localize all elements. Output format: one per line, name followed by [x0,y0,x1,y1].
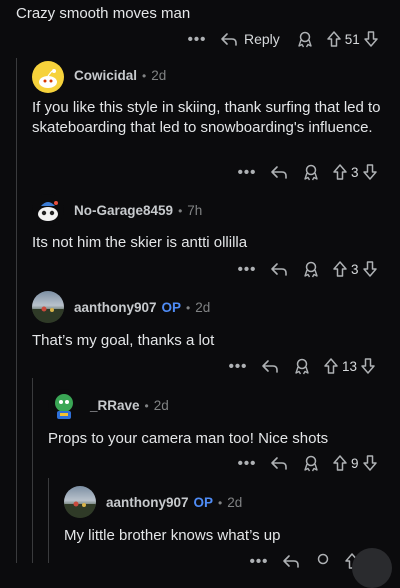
vote-control: 3 [332,260,378,278]
avatar[interactable] [32,291,64,323]
award-button[interactable] [296,30,314,48]
username[interactable]: aanthony907 [106,495,189,510]
profile-photo-icon [32,306,64,323]
upvote-icon[interactable] [332,260,348,278]
award-icon[interactable] [302,260,320,278]
op-badge: OP [193,495,214,510]
upvote-icon[interactable] [326,30,342,48]
username[interactable]: aanthony907 [74,300,157,315]
separator-dot: • [178,203,183,218]
vote-count: 3 [351,164,359,180]
snoo-avatar-icon [38,201,58,221]
username[interactable]: Cowicidal [74,68,137,83]
comment-actions: ••• 3 [236,258,378,280]
comment-meta: _RRave • 2d [90,398,169,413]
comment-age: 2d [153,398,169,413]
reply-icon[interactable] [270,164,288,180]
thread-line-level2 [32,378,33,563]
downvote-icon[interactable] [360,357,376,375]
award-icon[interactable] [293,357,311,375]
upvote-icon[interactable] [332,163,348,181]
username[interactable]: No-Garage8459 [74,203,173,218]
top-comment-text: Crazy smooth moves man [16,5,191,22]
vote-count: 13 [342,358,358,374]
vote-control: 3 [332,163,378,181]
comment-text: Props to your camera man too! Nice shots [48,430,329,447]
comment-actions: ••• 9 [236,452,378,474]
comment-age: 7h [187,203,203,218]
separator-dot: • [144,398,149,413]
comment-text: If you like this style in skiing, thank … [32,99,381,136]
op-badge: OP [161,300,182,315]
award-icon[interactable] [314,552,332,570]
comment-age: 2d [227,495,243,510]
comment-actions: ••• [248,550,360,572]
separator-dot: • [218,495,223,510]
more-options-icon[interactable]: ••• [236,164,258,181]
comment-meta: aanthony907 OP • 2d [74,300,210,315]
more-options-icon[interactable]: ••• [248,553,270,570]
separator-dot: • [186,300,191,315]
snoo-avatar-icon [39,69,57,88]
comment-text: Its not him the skier is antti ollilla [32,234,248,251]
snoo-avatar-icon [55,394,73,419]
award-icon[interactable] [302,163,320,181]
upvote-icon[interactable] [323,357,339,375]
comment-meta: Cowicidal • 2d [74,68,166,83]
comment-meta: No-Garage8459 • 7h [74,203,202,218]
reply-icon[interactable] [282,553,300,569]
reply-button[interactable]: Reply [220,31,280,47]
avatar[interactable] [32,194,64,226]
award-icon [298,31,312,48]
more-options-icon[interactable]: ••• [186,31,208,48]
thread-line-level1 [16,58,17,563]
floating-action-button[interactable] [352,548,392,588]
vote-control: 13 [323,357,376,375]
award-icon[interactable] [302,454,320,472]
vote-count: 9 [351,455,359,471]
reply-icon[interactable] [270,261,288,277]
separator-dot: • [142,68,147,83]
top-comment-actions: ••• Reply 51 [186,28,379,50]
comment-text: My little brother knows what’s up [64,527,281,544]
vote-control: 51 [326,30,379,48]
reply-icon[interactable] [270,455,288,471]
vote-count: 3 [351,261,359,277]
avatar[interactable] [64,486,96,518]
more-options-icon[interactable]: ••• [236,455,258,472]
thread-line-level3 [48,478,49,563]
vote-control: 9 [332,454,378,472]
comment-actions: ••• 3 [236,161,378,183]
username[interactable]: _RRave [90,398,140,413]
comment-age: 2d [195,300,211,315]
more-options-icon[interactable]: ••• [236,261,258,278]
reply-icon[interactable] [261,358,279,374]
vote-count: 51 [344,31,360,47]
reply-icon [221,33,237,46]
profile-photo-icon [64,501,96,518]
avatar[interactable] [48,389,80,421]
comment-text: That’s my goal, thanks a lot [32,332,215,349]
avatar[interactable] [32,61,64,93]
reply-label: Reply [244,31,280,47]
comment-meta: aanthony907 OP • 2d [106,495,242,510]
more-options-icon[interactable]: ••• [227,358,249,375]
downvote-icon[interactable] [362,260,378,278]
upvote-icon[interactable] [332,454,348,472]
comment-actions: ••• 13 [227,355,376,377]
downvote-icon[interactable] [363,30,379,48]
comment-age: 2d [151,68,167,83]
downvote-icon[interactable] [362,454,378,472]
downvote-icon[interactable] [362,163,378,181]
